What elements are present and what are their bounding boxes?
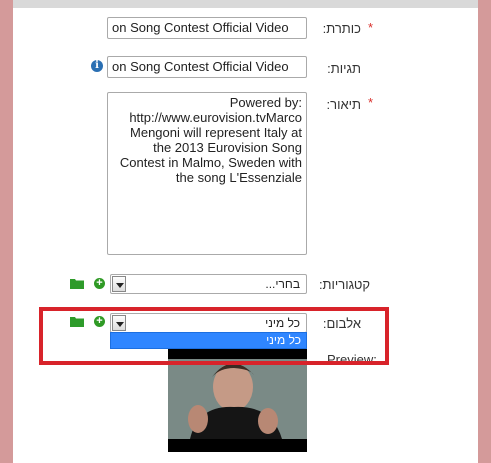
chevron-down-icon[interactable]	[112, 315, 126, 331]
title-input[interactable]: on Song Contest Official Video	[107, 17, 307, 39]
top-bar	[13, 0, 478, 8]
add-category-icon[interactable]: +	[94, 278, 105, 289]
required-mark-description: *	[368, 95, 374, 110]
album-label: אלבום:	[322, 316, 361, 331]
folder-icon[interactable]	[70, 278, 84, 289]
chevron-down-icon[interactable]	[112, 276, 126, 292]
add-album-icon[interactable]: +	[94, 316, 105, 327]
required-mark-title: *	[368, 20, 374, 35]
album-option-selected[interactable]: כל מיני	[110, 332, 307, 349]
title-label: כותרת:	[322, 21, 361, 36]
preview-thumbnail[interactable]	[168, 349, 307, 452]
edit-media-form: * כותרת: on Song Contest Official Video …	[13, 0, 478, 463]
categories-select[interactable]: בחרי...	[110, 274, 307, 294]
album-selected-value: כל מיני	[265, 316, 300, 330]
tags-input[interactable]: on Song Contest Official Video	[107, 56, 307, 78]
preview-label: Preview:	[327, 352, 377, 367]
description-label: תיאור:	[326, 97, 361, 112]
categories-label: קטגוריות:	[318, 277, 370, 292]
tags-label: תגיות:	[327, 61, 361, 76]
description-textarea[interactable]: Powered by: http://www.eurovision.tvMarc…	[107, 92, 307, 255]
preview-image	[168, 349, 307, 452]
folder-icon[interactable]	[70, 316, 84, 327]
categories-selected-value: בחרי...	[265, 277, 300, 291]
info-icon[interactable]: i	[91, 60, 103, 72]
album-select[interactable]: כל מיני	[110, 313, 307, 333]
